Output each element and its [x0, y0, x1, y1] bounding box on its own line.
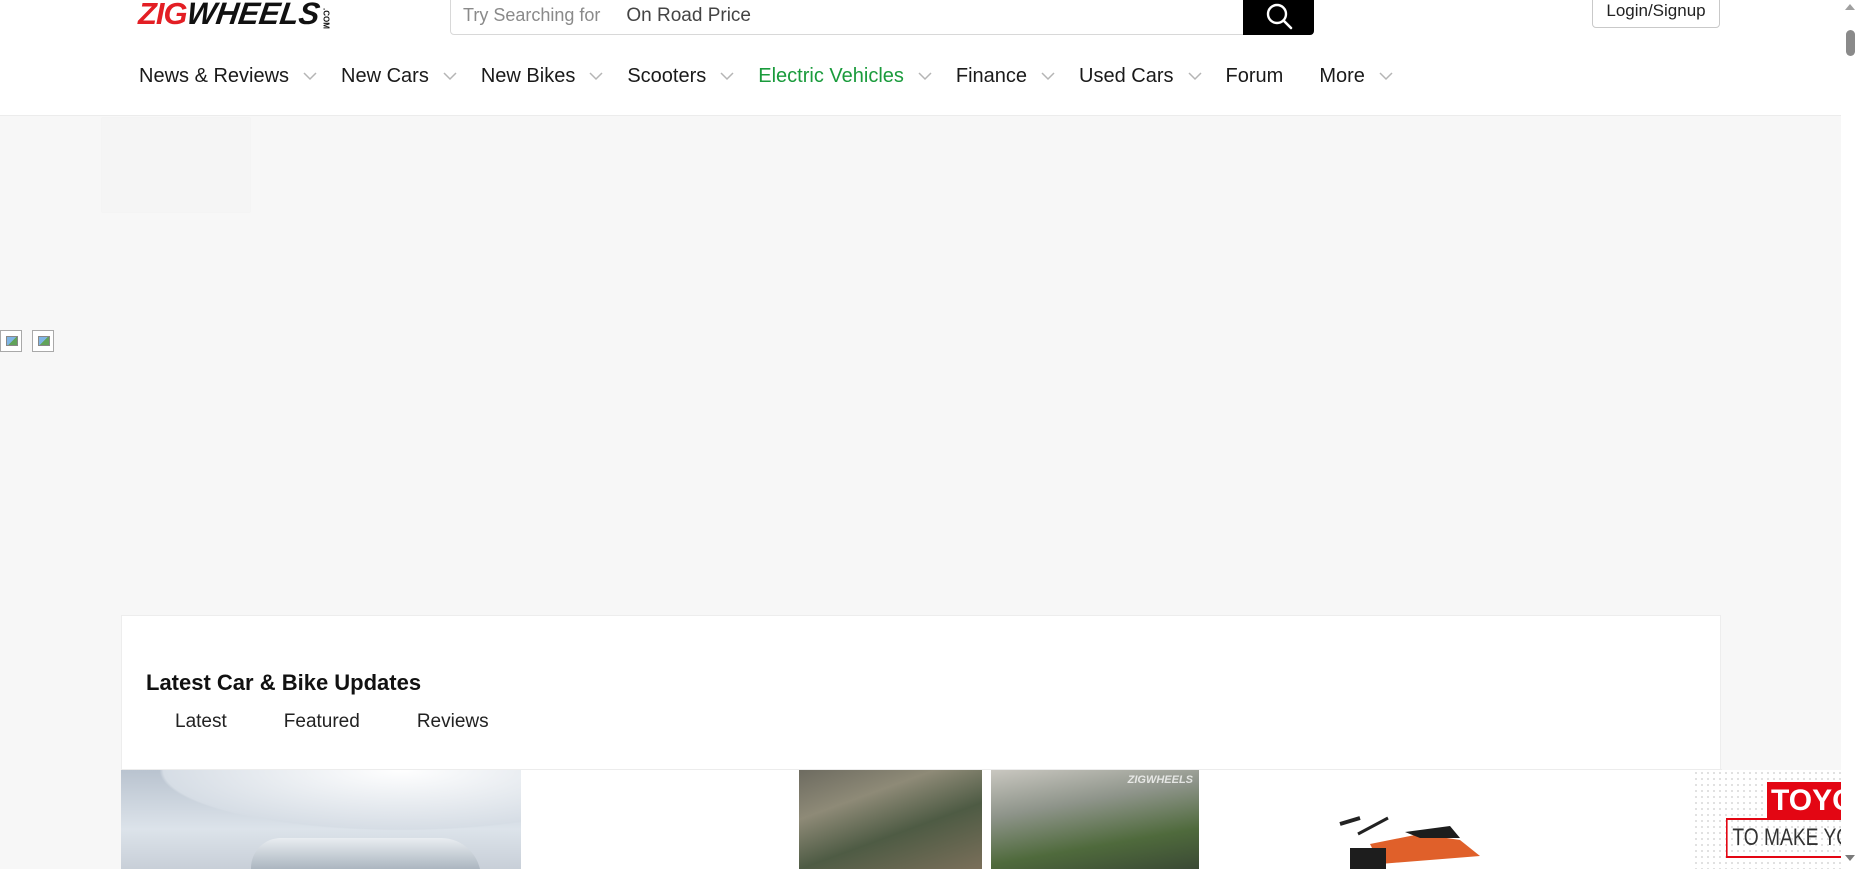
chevron-down-icon — [1041, 72, 1055, 81]
logo-text-red: ZIG — [138, 0, 188, 31]
scroll-up-arrow-icon[interactable] — [1845, 4, 1855, 10]
nav-item-new-bikes[interactable]: New Bikes — [481, 65, 627, 88]
tab-latest[interactable]: Latest — [175, 711, 227, 733]
nav-item-new-cars[interactable]: New Cars — [341, 65, 481, 88]
site-header: ZIG WHEELS .COM Try Searching for On Roa… — [0, 0, 1841, 116]
tab-featured[interactable]: Featured — [284, 711, 360, 733]
chevron-down-icon — [1188, 72, 1202, 81]
updates-tabs: Latest Featured Reviews — [175, 711, 546, 733]
logo-text-black: WHEELS — [184, 0, 322, 31]
chevron-down-icon — [1379, 72, 1393, 81]
ad-tagline: TO MAKE YOU — [1726, 818, 1841, 858]
nav-label: New Cars — [341, 64, 429, 87]
nav-label: Forum — [1225, 64, 1284, 87]
zigwheels-logo[interactable]: ZIG WHEELS .COM — [138, 0, 331, 31]
search-rotating-suggestion[interactable]: On Road Price — [626, 5, 751, 27]
article-thumbnail-bike[interactable] — [1290, 770, 1540, 869]
nav-item-forum[interactable]: Forum — [1226, 65, 1284, 88]
nav-label: New Bikes — [480, 64, 576, 87]
search-icon — [1266, 3, 1292, 29]
broken-image-icon — [32, 330, 54, 352]
search-button[interactable] — [1243, 0, 1314, 35]
tab-reviews[interactable]: Reviews — [417, 711, 489, 733]
article-thumbnail-car[interactable] — [121, 770, 521, 869]
chevron-down-icon — [303, 72, 317, 81]
article-thumbnail-traffic[interactable] — [799, 770, 982, 869]
section-title: Latest Car & Bike Updates — [146, 670, 422, 695]
ad-brand-text: TOYO — [1767, 782, 1841, 820]
nav-label: More — [1319, 64, 1365, 87]
nav-item-more[interactable]: More — [1319, 65, 1417, 88]
nav-item-finance[interactable]: Finance — [956, 65, 1079, 88]
nav-label: News & Reviews — [139, 64, 290, 87]
login-signup-button[interactable]: Login/Signup — [1592, 0, 1720, 28]
scroll-down-arrow-icon[interactable] — [1845, 855, 1855, 861]
page-scrollbar[interactable] — [1841, 0, 1860, 869]
nav-label: Used Cars — [1079, 64, 1174, 87]
nav-label: Finance — [955, 64, 1028, 87]
chevron-down-icon — [443, 72, 457, 81]
nav-label: Scooters — [627, 64, 707, 87]
chevron-down-icon — [720, 72, 734, 81]
watermark: ZIGWHEELS — [1127, 774, 1193, 786]
logo-suffix: .COM — [321, 8, 331, 29]
ad-placeholder — [102, 118, 250, 212]
chevron-down-icon — [589, 72, 603, 81]
nav-item-used-cars[interactable]: Used Cars — [1079, 65, 1225, 88]
chevron-down-icon — [918, 72, 932, 81]
motorcycle-image — [1339, 816, 1480, 869]
broken-image-group — [0, 330, 54, 352]
search-bar[interactable]: Try Searching for On Road Price — [450, 0, 1314, 35]
nav-label: Electric Vehicles — [758, 64, 904, 87]
car-image — [251, 838, 481, 869]
nav-item-electric-vehicles[interactable]: Electric Vehicles — [758, 65, 956, 88]
nav-item-scooters[interactable]: Scooters — [627, 65, 758, 88]
toyota-ad-thumbnail[interactable]: TOYO TO MAKE YOU — [1693, 770, 1841, 869]
scrollbar-thumb[interactable] — [1846, 30, 1855, 56]
studio-backdrop — [121, 770, 521, 840]
broken-image-icon — [0, 330, 22, 352]
article-thumbnail-riders[interactable]: ZIGWHEELS — [991, 770, 1199, 869]
nav-item-news-reviews[interactable]: News & Reviews — [139, 65, 341, 88]
main-nav: News & Reviews New Cars New Bikes Scoote… — [139, 63, 1417, 89]
search-hint: Try Searching for — [463, 5, 601, 25]
